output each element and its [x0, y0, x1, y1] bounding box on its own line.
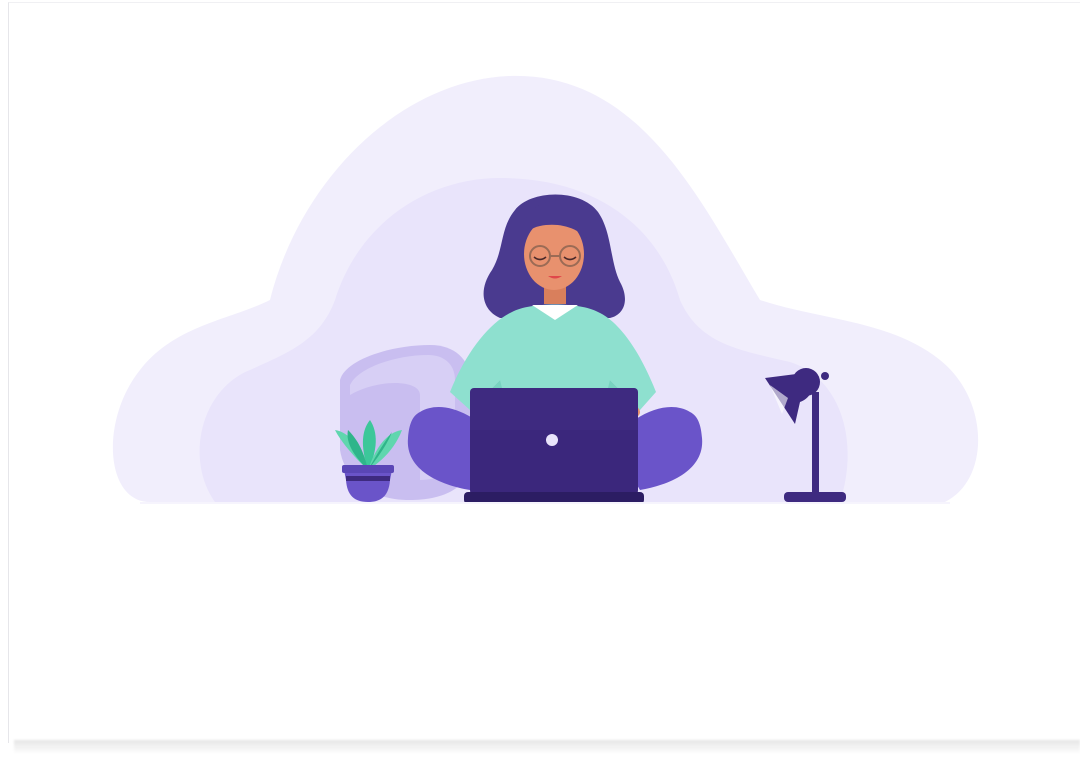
- laptop-logo: [546, 434, 558, 446]
- laptop: [464, 388, 644, 504]
- woman-working-on-laptop-illustration: [112, 75, 979, 504]
- page: [0, 0, 1080, 762]
- floor-line: [140, 502, 950, 504]
